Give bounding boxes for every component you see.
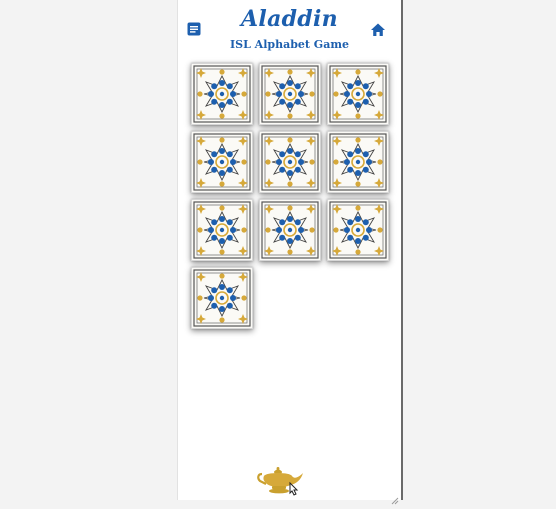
magic-lamp-icon[interactable]	[256, 464, 304, 494]
card-tile[interactable]	[259, 63, 321, 125]
tile-pattern-icon	[193, 269, 251, 327]
card-tile[interactable]	[327, 131, 389, 193]
tile-pattern-icon	[261, 133, 319, 191]
tile-pattern-icon	[329, 201, 387, 259]
card-tile[interactable]	[191, 199, 253, 261]
card-tile[interactable]	[327, 199, 389, 261]
tile-pattern-icon	[329, 65, 387, 123]
tile-pattern-icon	[261, 201, 319, 259]
tile-grid	[191, 62, 389, 342]
app-subtitle: ISL Alphabet Game	[230, 38, 349, 51]
tile-pattern-icon	[329, 133, 387, 191]
tile-pattern-icon	[193, 201, 251, 259]
card-tile[interactable]	[259, 131, 321, 193]
card-tile[interactable]	[327, 63, 389, 125]
card-tile[interactable]	[191, 131, 253, 193]
app-window: Aladdin ISL Alphabet Game	[177, 0, 403, 505]
tile-pattern-icon	[193, 65, 251, 123]
header: Aladdin ISL Alphabet Game	[178, 0, 401, 58]
app-title: Aladdin	[241, 6, 338, 32]
tile-pattern-icon	[261, 65, 319, 123]
home-icon[interactable]	[370, 22, 386, 38]
card-tile[interactable]	[191, 267, 253, 329]
card-tile[interactable]	[259, 199, 321, 261]
card-tile[interactable]	[191, 63, 253, 125]
resize-handle-icon[interactable]	[391, 490, 399, 505]
tile-pattern-icon	[193, 133, 251, 191]
